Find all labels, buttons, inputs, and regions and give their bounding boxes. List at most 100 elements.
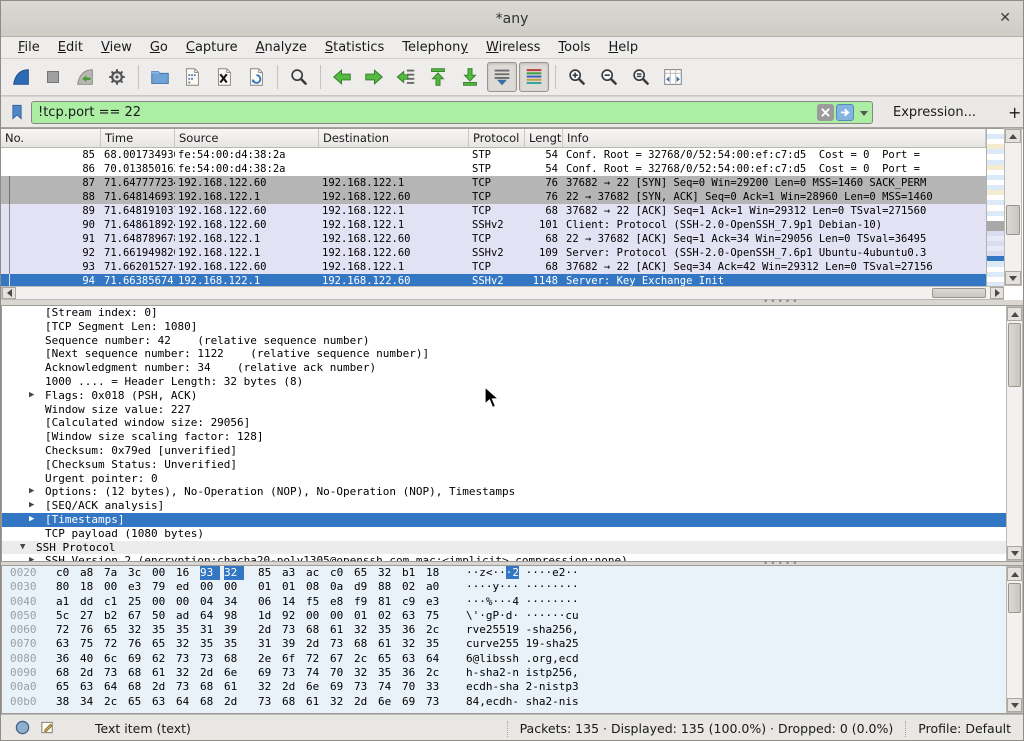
hex-byte[interactable]: 69 [330, 680, 350, 694]
column-header-protocol[interactable]: Protocol [469, 129, 525, 147]
hex-byte[interactable]: 35 [426, 637, 446, 651]
hex-byte[interactable]: 68 [354, 637, 374, 651]
status-profile[interactable]: Profile: Default [918, 721, 1011, 736]
menu-tools[interactable]: Tools [549, 38, 599, 57]
hex-byte[interactable]: 76 [128, 637, 148, 651]
hex-byte[interactable]: dd [80, 595, 100, 609]
detail-line[interactable]: ▼SSH Protocol [2, 541, 1024, 555]
hex-byte[interactable]: 69 [128, 652, 148, 666]
expand-icon[interactable]: ▶ [29, 513, 34, 527]
hex-byte[interactable]: 69 [258, 666, 278, 680]
hex-byte[interactable]: 65 [128, 695, 148, 709]
hex-byte[interactable]: 08 [306, 580, 326, 594]
hex-byte[interactable]: 63 [402, 609, 422, 623]
expand-icon[interactable]: ▶ [29, 485, 34, 499]
hex-byte[interactable]: a3 [282, 566, 302, 580]
hex-byte[interactable]: ac [306, 566, 326, 580]
hex-byte[interactable]: 70 [402, 680, 422, 694]
hex-byte[interactable]: 00 [224, 580, 244, 594]
hex-byte[interactable]: 16 [176, 566, 196, 580]
hex-byte[interactable]: 2d [258, 623, 278, 637]
hex-ascii[interactable]: rve25519 -sha256, [466, 623, 579, 637]
hex-byte[interactable]: 02 [378, 609, 398, 623]
hex-byte[interactable]: 0a [330, 580, 350, 594]
hex-byte[interactable]: 68 [200, 695, 220, 709]
scrollbar-thumb[interactable] [1008, 583, 1021, 613]
hex-byte[interactable]: 72 [56, 623, 76, 637]
hex-byte[interactable]: 72 [306, 652, 326, 666]
hex-byte[interactable]: 00 [200, 580, 220, 594]
hex-byte[interactable]: ed [176, 580, 196, 594]
hex-byte[interactable]: a0 [426, 580, 446, 594]
detail-line[interactable]: ▶SSH Version 2 (encryption:chacha20-poly… [2, 554, 1024, 562]
detail-line[interactable]: ▶Flags: 0x018 (PSH, ACK) [2, 389, 1024, 403]
column-header-length[interactable]: Length [525, 129, 563, 147]
hex-ascii[interactable]: ··z<···2 ····e2·· [466, 566, 579, 580]
hex-byte[interactable]: 40 [80, 652, 100, 666]
hex-byte[interactable]: 36 [402, 666, 422, 680]
hex-byte[interactable]: 2c [426, 623, 446, 637]
menu-view[interactable]: View [92, 38, 141, 57]
filter-add-button[interactable]: + [998, 103, 1024, 122]
detail-line[interactable]: [Checksum Status: Unverified] [2, 458, 1024, 472]
hex-byte[interactable]: 32 [354, 623, 374, 637]
hex-byte[interactable]: 6c [104, 652, 124, 666]
scroll-up-button[interactable] [1007, 307, 1022, 321]
hex-byte[interactable]: 6e [306, 680, 326, 694]
expand-icon[interactable]: ▶ [29, 554, 34, 562]
scroll-down-button[interactable] [1007, 546, 1022, 560]
hex-byte[interactable]: 61 [330, 623, 350, 637]
packet-row-92[interactable]: 9271.661949820192.168.122.1192.168.122.6… [1, 246, 986, 260]
hex-byte[interactable]: 64 [200, 609, 220, 623]
hex-byte[interactable]: 68 [306, 623, 326, 637]
hex-byte[interactable]: 32 [224, 566, 244, 580]
hex-byte[interactable]: b2 [104, 609, 124, 623]
packet-row-91[interactable]: 9171.648789678192.168.122.1192.168.122.6… [1, 232, 986, 246]
hex-byte[interactable]: b1 [402, 566, 422, 580]
detail-line[interactable]: [Calculated window size: 29056] [2, 416, 1024, 430]
hex-byte[interactable]: 6e [224, 666, 244, 680]
hex-byte[interactable]: 73 [104, 666, 124, 680]
hex-byte[interactable]: 01 [282, 580, 302, 594]
column-header-no[interactable]: No. [1, 129, 101, 147]
packet-row-86[interactable]: 8670.013850163fe:54:00:d4:38:2aSTP54Conf… [1, 162, 986, 176]
hex-byte[interactable]: 63 [80, 680, 100, 694]
hex-byte[interactable]: 2d [306, 637, 326, 651]
hex-byte[interactable]: 36 [402, 623, 422, 637]
hex-byte[interactable]: 64 [176, 695, 196, 709]
menu-analyze[interactable]: Analyze [247, 38, 316, 57]
hex-byte[interactable]: 2d [354, 695, 374, 709]
find-packet-button[interactable] [284, 62, 314, 92]
zoom-original-button[interactable] [626, 62, 656, 92]
hex-byte[interactable]: 65 [152, 637, 172, 651]
packet-list-hscrollbar[interactable] [1, 286, 1004, 300]
hex-byte[interactable]: 65 [56, 680, 76, 694]
packet-row-85[interactable]: 8568.001734936fe:54:00:d4:38:2aSTP54Conf… [1, 148, 986, 162]
hex-byte[interactable]: a8 [80, 566, 100, 580]
hex-byte[interactable]: 98 [224, 609, 244, 623]
column-header-info[interactable]: Info [563, 129, 986, 147]
hex-byte[interactable]: c0 [330, 566, 350, 580]
packet-row-89[interactable]: 8971.648191037192.168.122.60192.168.122.… [1, 204, 986, 218]
hex-byte[interactable]: 68 [128, 680, 148, 694]
menu-statistics[interactable]: Statistics [316, 38, 393, 57]
packet-row-88[interactable]: 8871.648146932192.168.122.1192.168.122.6… [1, 190, 986, 204]
go-forward-button[interactable] [359, 62, 389, 92]
hex-byte[interactable]: e3 [128, 580, 148, 594]
splitter-handle[interactable]: ••••• [763, 300, 800, 304]
hex-byte[interactable]: 73 [176, 680, 196, 694]
hex-ascii[interactable]: 84,ecdh- sha2-nis [466, 695, 579, 709]
hex-byte[interactable]: 68 [224, 652, 244, 666]
scrollbar-thumb[interactable] [932, 288, 986, 298]
detail-line[interactable]: ▶[SEQ/ACK analysis] [2, 499, 1024, 513]
hex-byte[interactable]: 73 [282, 623, 302, 637]
hex-byte[interactable]: 18 [426, 566, 446, 580]
hex-byte[interactable]: 73 [176, 652, 196, 666]
go-back-button[interactable] [327, 62, 357, 92]
hex-byte[interactable]: 01 [354, 609, 374, 623]
expert-info-icon[interactable] [15, 720, 30, 738]
capture-options-button[interactable] [102, 62, 132, 92]
menu-capture[interactable]: Capture [177, 38, 247, 57]
hex-byte[interactable]: 75 [80, 637, 100, 651]
hex-byte[interactable]: 32 [128, 623, 148, 637]
